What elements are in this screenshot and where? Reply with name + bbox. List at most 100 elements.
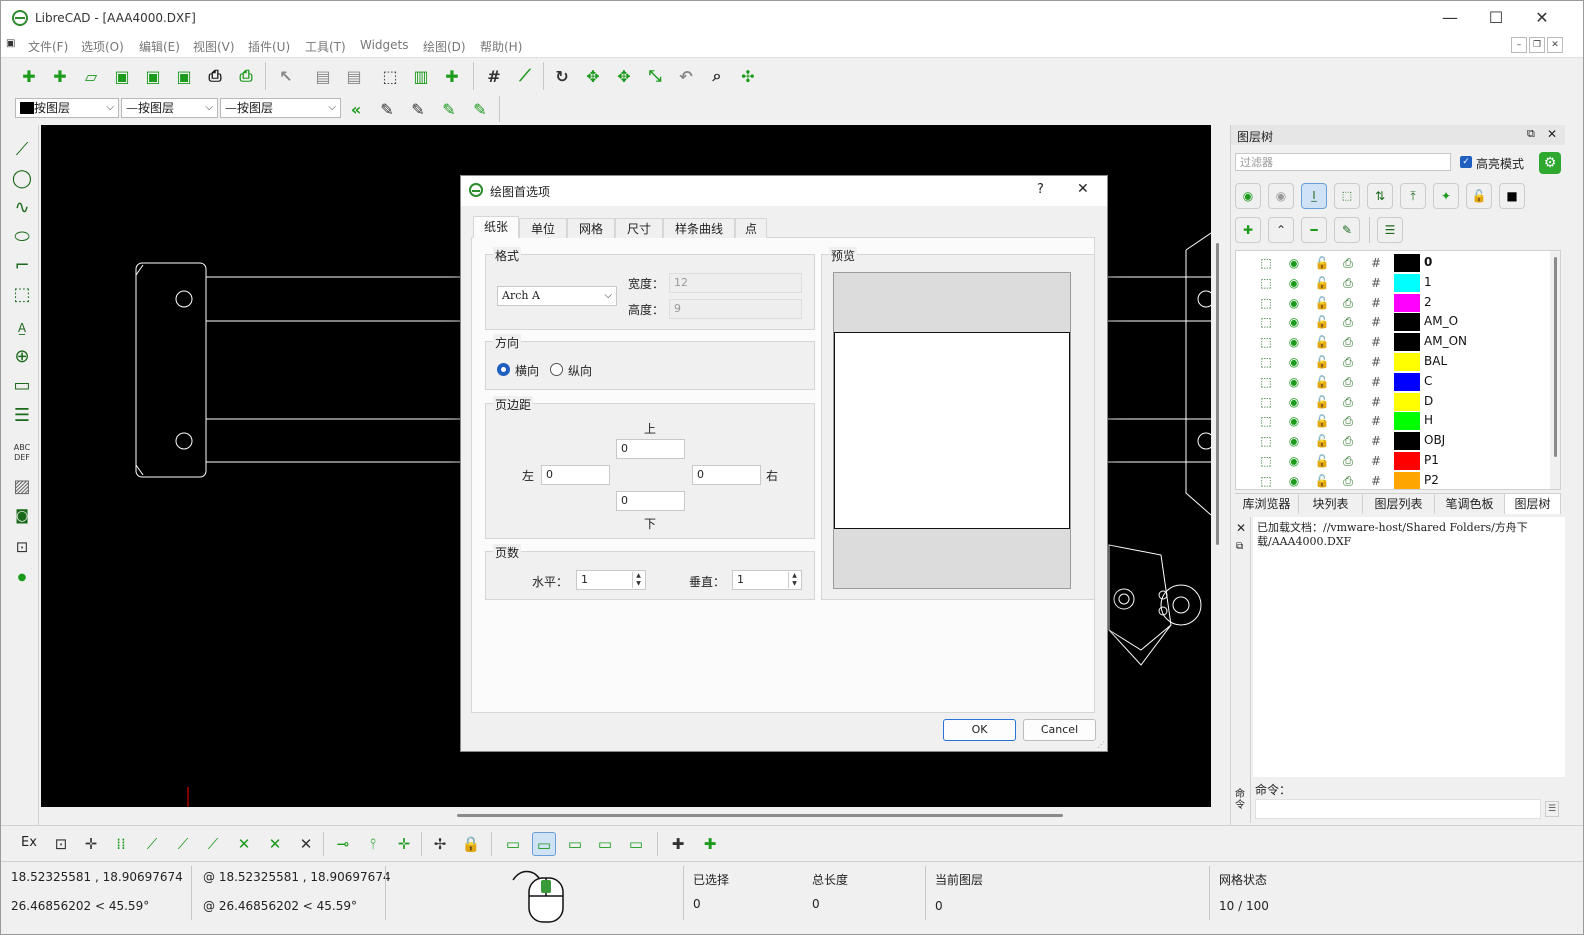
layer-construction-icon[interactable]: # bbox=[1368, 314, 1384, 330]
save-all-icon[interactable]: ▣ bbox=[172, 64, 196, 88]
unlock-all-icon[interactable]: 🔓 bbox=[1466, 183, 1492, 209]
tab-points[interactable]: 点 bbox=[735, 218, 767, 238]
tab-library-browser[interactable]: 库浏览器 bbox=[1235, 494, 1299, 514]
paper-width-input[interactable]: 12 bbox=[669, 273, 802, 293]
layer-visible-icon[interactable]: ◉ bbox=[1286, 295, 1302, 311]
copy-icon[interactable]: ▥ bbox=[409, 64, 433, 88]
snap-center-icon[interactable]: ⟋ bbox=[201, 832, 225, 856]
layer-row[interactable]: ⬚ ◉ 🔓 ⎙ # H bbox=[1242, 411, 1560, 431]
layer-select-icon[interactable]: ⬚ bbox=[1258, 314, 1274, 330]
layer-visible-icon[interactable]: ◉ bbox=[1286, 334, 1302, 350]
layer-select-icon[interactable]: ⬚ bbox=[1258, 255, 1274, 271]
dimension-tool-icon[interactable]: A̲ bbox=[9, 315, 35, 341]
layer-select-icon[interactable]: ⬚ bbox=[1258, 473, 1274, 489]
line-tool-icon[interactable]: ⟋ bbox=[9, 137, 35, 163]
close-button[interactable]: ✕ bbox=[1519, 5, 1565, 31]
hide-all-layers-icon[interactable]: ◉ bbox=[1268, 183, 1294, 209]
layer-visible-icon[interactable]: ◉ bbox=[1286, 374, 1302, 390]
ucs-list-icon[interactable]: ✚ bbox=[698, 832, 722, 856]
dialog-close-button[interactable]: ✕ bbox=[1077, 181, 1089, 197]
layer-construction-icon[interactable]: # bbox=[1368, 394, 1384, 410]
snap-distance-icon[interactable]: ✕ bbox=[263, 832, 287, 856]
layer-select-icon[interactable]: ⬚ bbox=[1258, 413, 1274, 429]
view-mode-5-icon[interactable]: ▭ bbox=[624, 832, 648, 856]
layer-color-swatch[interactable] bbox=[1394, 471, 1420, 489]
layer-select-icon[interactable]: ⬚ bbox=[1258, 334, 1274, 350]
layer-lock-icon[interactable]: 🔓 bbox=[1314, 413, 1330, 429]
remove-layer-icon[interactable]: ━ bbox=[1301, 217, 1327, 243]
snap-free-icon[interactable]: ⊡ bbox=[49, 832, 73, 856]
maximize-button[interactable]: ☐ bbox=[1473, 5, 1519, 31]
horizontal-scroll-thumb[interactable] bbox=[457, 814, 1063, 817]
layer-construction-icon[interactable]: # bbox=[1368, 255, 1384, 271]
grid-icon[interactable]: # bbox=[482, 64, 506, 88]
layer-construction-icon[interactable]: # bbox=[1368, 413, 1384, 429]
layer-lock-icon[interactable]: 🔓 bbox=[1314, 255, 1330, 271]
dock-float-icon[interactable]: ⧉ bbox=[1527, 127, 1535, 141]
layer-lock-icon[interactable]: 🔓 bbox=[1314, 374, 1330, 390]
layer-row[interactable]: ⬚ ◉ 🔓 ⎙ # D bbox=[1242, 392, 1560, 412]
snap-cross-icon[interactable]: ✛ bbox=[79, 832, 103, 856]
layer-select-icon[interactable]: ⬚ bbox=[1258, 275, 1274, 291]
layer-color-swatch[interactable] bbox=[1394, 432, 1420, 451]
horizontal-pages-input[interactable]: 1 ▲ ▼ bbox=[576, 570, 646, 590]
layer-lock-icon[interactable]: 🔓 bbox=[1314, 334, 1330, 350]
vertical-scroll-thumb[interactable] bbox=[1216, 243, 1219, 545]
polyline-tool-icon[interactable]: ⌐ bbox=[9, 253, 35, 279]
menu-file[interactable]: 文件(F) bbox=[28, 38, 68, 55]
layer-row[interactable]: ⬚ ◉ 🔓 ⎙ # AM_O bbox=[1242, 312, 1560, 332]
menu-draw[interactable]: 绘图(D) bbox=[423, 38, 466, 55]
circle-tool-icon[interactable]: ◯ bbox=[9, 166, 35, 192]
layer-print-icon[interactable]: ⎙ bbox=[1340, 374, 1356, 390]
zoom-in-icon[interactable]: ✥ bbox=[581, 64, 605, 88]
layer-color-swatch[interactable] bbox=[1394, 412, 1420, 431]
snap-endpoint-icon[interactable]: ⟋ bbox=[140, 832, 164, 856]
layer-print-icon[interactable]: ⎙ bbox=[1340, 314, 1356, 330]
add-layer-icon[interactable]: ✚ bbox=[1235, 217, 1261, 243]
tab-pen-palette[interactable]: 笔调色板 bbox=[1435, 494, 1505, 514]
layer-row[interactable]: ⬚ ◉ 🔓 ⎙ # OBJ bbox=[1242, 431, 1560, 451]
show-all-layers-icon[interactable]: ◉ bbox=[1235, 183, 1261, 209]
left-margin-input[interactable]: 0 bbox=[541, 465, 610, 485]
measure-tool-icon[interactable]: ▭ bbox=[9, 373, 35, 399]
zoom-pan-icon[interactable]: ✣ bbox=[736, 64, 760, 88]
image-tool-icon[interactable]: ◙ bbox=[9, 503, 35, 529]
layer-list-scroll-thumb[interactable] bbox=[1554, 257, 1557, 457]
draft-icon[interactable]: ⟋ bbox=[513, 64, 537, 88]
landscape-radio[interactable] bbox=[497, 363, 510, 376]
layer-visible-icon[interactable]: ◉ bbox=[1286, 275, 1302, 291]
layer-print-icon[interactable]: ⎙ bbox=[1340, 275, 1356, 291]
command-menu-icon[interactable]: ☰ bbox=[1545, 801, 1559, 817]
layer-visible-icon[interactable]: ◉ bbox=[1286, 413, 1302, 429]
snap-tool-icon[interactable]: ⊕ bbox=[9, 344, 35, 370]
set-relative-zero-icon[interactable]: ✢ bbox=[428, 832, 452, 856]
layer-row[interactable]: ⬚ ◉ 🔓 ⎙ # C bbox=[1242, 372, 1560, 392]
hatch-tool-icon[interactable]: ▨ bbox=[9, 474, 35, 500]
layer-visible-icon[interactable]: ◉ bbox=[1286, 473, 1302, 489]
layer-row[interactable]: ⬚ ◉ 🔓 ⎙ #2 bbox=[1242, 293, 1560, 313]
layer-visible-icon[interactable]: ◉ bbox=[1286, 354, 1302, 370]
layer-select-icon[interactable]: ⬚ bbox=[1258, 295, 1274, 311]
menu-help[interactable]: 帮助(H) bbox=[480, 38, 522, 55]
tab-dimensions[interactable]: 尺寸 bbox=[615, 218, 663, 238]
snap-middle-icon[interactable]: ✕ bbox=[232, 832, 256, 856]
save-icon[interactable]: ▣ bbox=[110, 64, 134, 88]
point-tool-icon[interactable]: ● bbox=[9, 565, 35, 591]
command-close-icon[interactable]: ✕ bbox=[1236, 521, 1246, 535]
block-tool-icon[interactable]: ⊡ bbox=[9, 534, 35, 560]
layer-color-swatch[interactable] bbox=[1394, 273, 1420, 292]
lock-all-icon[interactable]: ■ bbox=[1499, 183, 1525, 209]
layer-lock-icon[interactable]: 🔓 bbox=[1314, 314, 1330, 330]
layer-construction-icon[interactable]: # bbox=[1368, 433, 1384, 449]
layer-color-swatch[interactable] bbox=[1394, 372, 1420, 391]
layer-lock-icon[interactable]: 🔓 bbox=[1314, 433, 1330, 449]
tab-splines[interactable]: 样条曲线 bbox=[663, 218, 735, 238]
mdi-restore-icon[interactable]: ❐ bbox=[1529, 37, 1545, 53]
exclusive-snap-button[interactable]: Ex bbox=[21, 835, 37, 850]
zoom-out-icon[interactable]: ✥ bbox=[612, 64, 636, 88]
layer-lock-icon[interactable]: 🔓 bbox=[1314, 295, 1330, 311]
save-as-icon[interactable]: ▣ bbox=[141, 64, 165, 88]
layer-tree-icon[interactable]: ☰ bbox=[1377, 217, 1403, 243]
cancel-button[interactable]: Cancel bbox=[1023, 719, 1096, 741]
tab-units[interactable]: 单位 bbox=[519, 218, 567, 238]
